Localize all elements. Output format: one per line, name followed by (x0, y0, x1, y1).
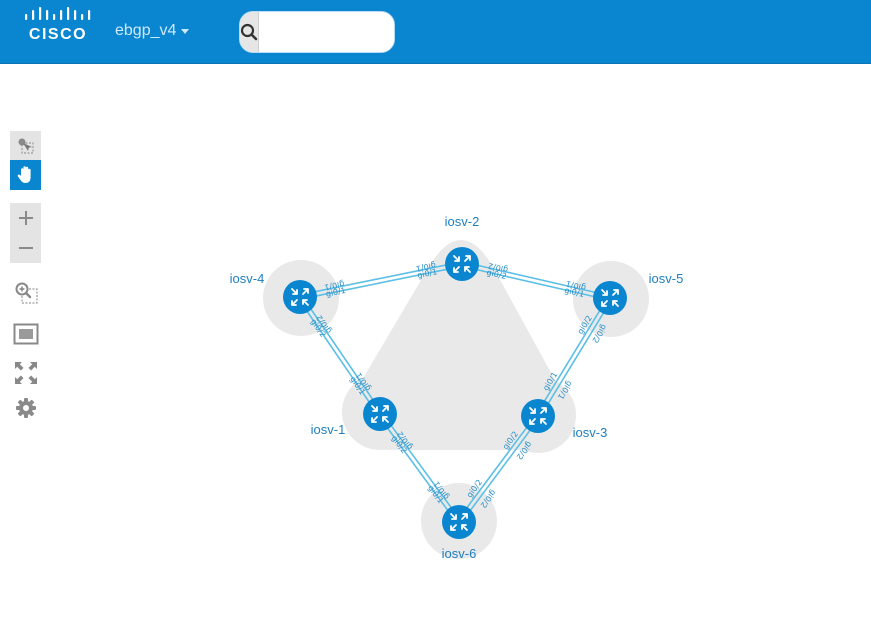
node-label-iosv-3: iosv-3 (573, 425, 608, 440)
cisco-bars-icon (25, 7, 91, 20)
link-iosv-5-iosv-3-line-1[interactable] (539, 298, 613, 418)
link-iosv-4-iosv-1-line-1[interactable] (301, 295, 383, 414)
router-icon (283, 280, 317, 314)
topology-canvas[interactable]: gi0/1 gi0/1 gi0/1 gi0/1 gi0/2 gi0/2 gi0/1 gi0/1… (0, 65, 871, 642)
topology-graph[interactable]: gi0/1gi0/1gi0/1gi0/1gi0/2gi0/2gi0/1gi0/1… (0, 65, 871, 642)
search-input[interactable] (259, 12, 394, 52)
link-iosv-4-iosv-1-line-2[interactable] (297, 297, 379, 416)
node-label-iosv-6: iosv-6 (442, 546, 477, 561)
link-iosv-5-iosv-3-line-2[interactable] (535, 296, 609, 416)
search-button[interactable] (240, 12, 259, 52)
search-box (239, 11, 395, 53)
router-icon (593, 281, 627, 315)
router-icon (442, 505, 476, 539)
project-name: ebgp_v4 (115, 22, 177, 39)
cisco-logo[interactable]: CISCO (20, 4, 96, 46)
router-icon (363, 397, 397, 431)
node-iosv-6[interactable]: iosv-6 (442, 505, 477, 561)
node-label-iosv-2: iosv-2 (445, 214, 480, 229)
node-label-iosv-1: iosv-1 (311, 422, 346, 437)
node-label-iosv-5: iosv-5 (649, 271, 684, 286)
logo-text: CISCO (28, 26, 88, 43)
app-header: CISCO ebgp_v4 (0, 0, 871, 64)
router-icon (521, 399, 555, 433)
project-selector[interactable]: ebgp_v4 (115, 22, 190, 40)
node-label-iosv-4: iosv-4 (230, 271, 265, 286)
search-icon (240, 23, 258, 41)
chevron-down-icon (181, 28, 190, 34)
router-icon (445, 247, 479, 281)
